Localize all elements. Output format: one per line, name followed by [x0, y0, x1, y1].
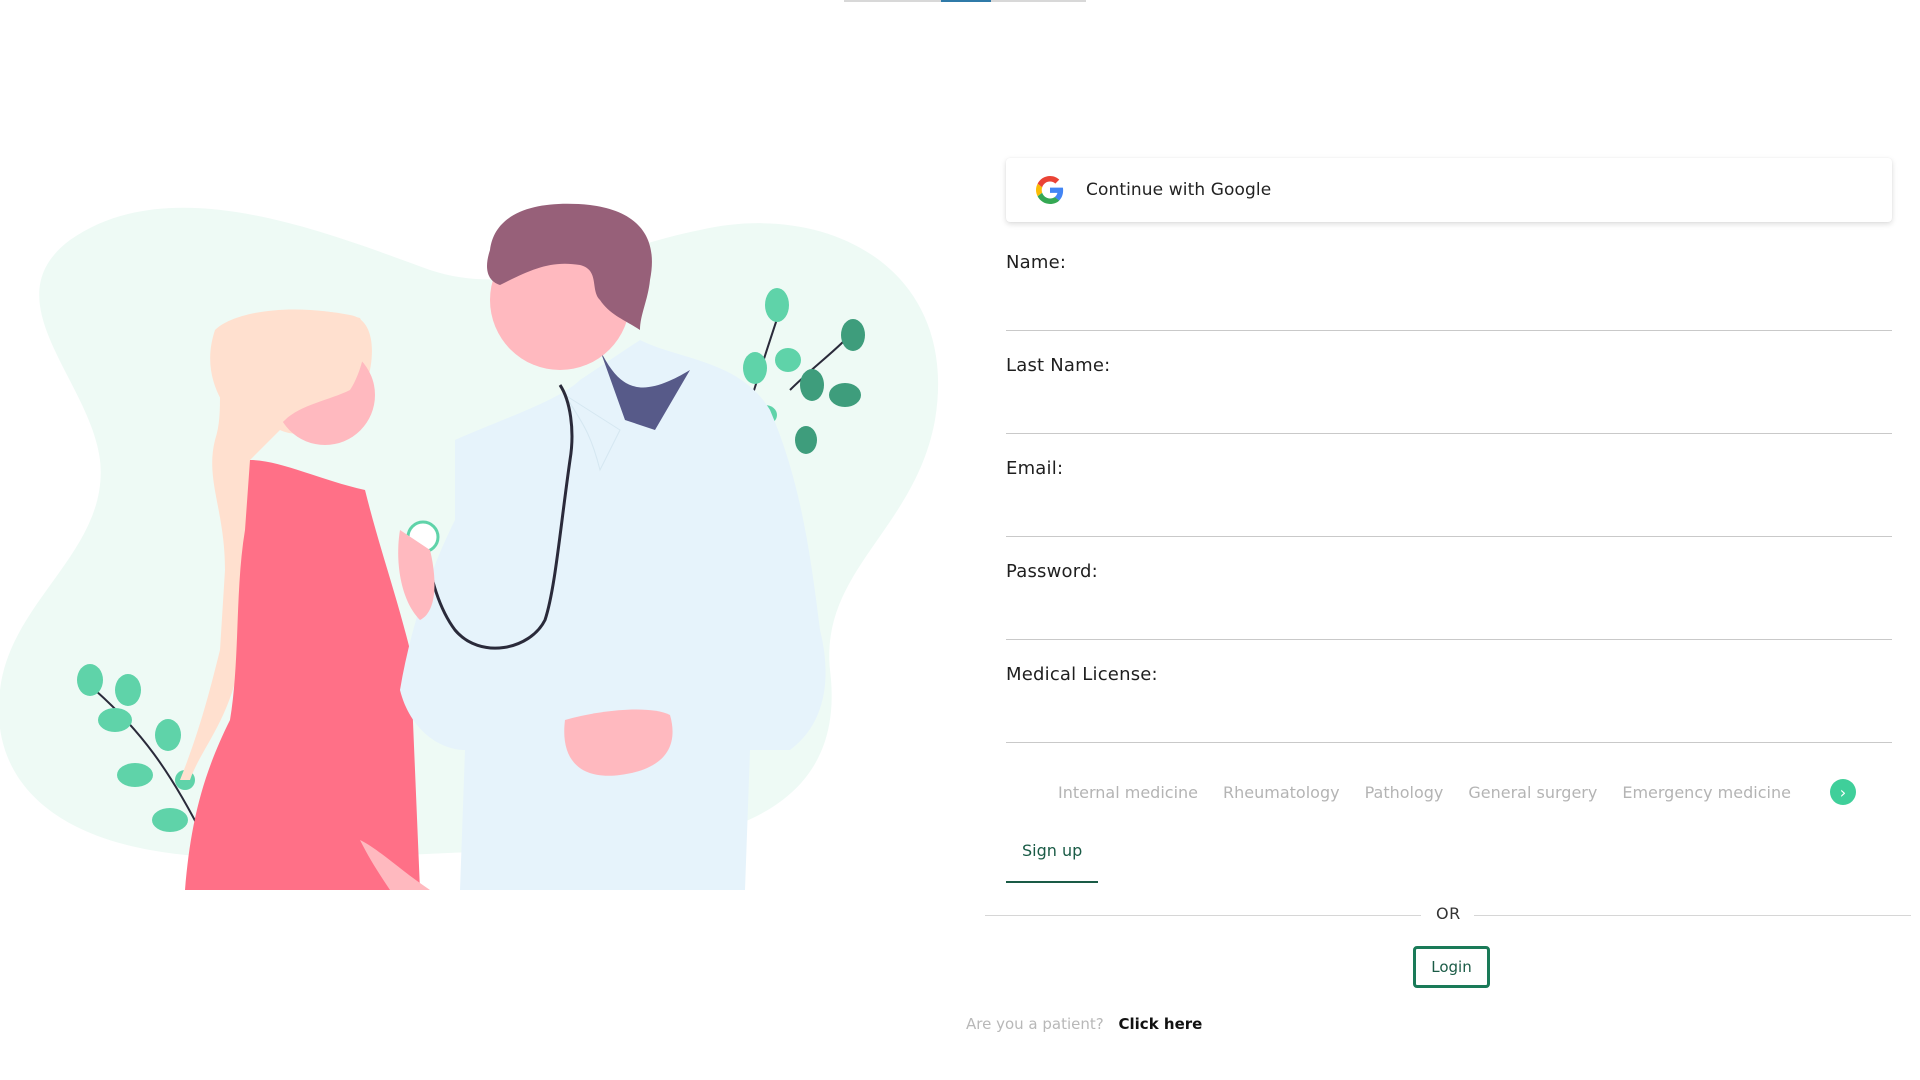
patient-click-here-link[interactable]: Click here	[1119, 1015, 1203, 1033]
google-icon	[1036, 176, 1064, 204]
specialty-chip[interactable]: General surgery	[1468, 783, 1597, 802]
email-label: Email:	[1006, 458, 1064, 479]
specialty-chip[interactable]: Pathology	[1365, 783, 1444, 802]
name-input[interactable]	[1006, 291, 1892, 331]
last-name-field-group: Last Name:	[1006, 355, 1892, 434]
scroll-indicator-active	[941, 0, 991, 2]
google-button-label: Continue with Google	[1086, 180, 1272, 200]
medical-license-input[interactable]	[1006, 703, 1892, 743]
last-name-input[interactable]	[1006, 394, 1892, 434]
form-fields: Name: Last Name: Email: Password: Medica…	[1006, 252, 1892, 743]
tab-sign-up[interactable]: Sign up	[1006, 835, 1099, 883]
last-name-label: Last Name:	[1006, 355, 1111, 376]
medical-license-field-group: Medical License:	[1006, 664, 1892, 743]
medical-license-label: Medical License:	[1006, 664, 1158, 685]
specialty-chip[interactable]: Rheumatology	[1223, 783, 1340, 802]
chevron-right-icon[interactable]: ›	[1830, 779, 1856, 805]
signup-page: Continue with Google Name: Last Name: Em…	[0, 0, 1920, 1080]
divider-line-right	[1474, 915, 1911, 916]
password-field-group: Password:	[1006, 561, 1892, 640]
name-field-group: Name:	[1006, 252, 1892, 331]
email-input[interactable]	[1006, 497, 1892, 537]
patient-prompt: Are you a patient? Click here	[966, 1015, 1202, 1033]
or-divider: OR	[985, 904, 1911, 926]
login-button[interactable]: Login	[1413, 946, 1490, 988]
scroll-indicator	[844, 0, 1086, 2]
doctor-patient-illustration	[0, 190, 975, 890]
specialty-chip[interactable]: Emergency medicine	[1622, 783, 1791, 802]
patient-question: Are you a patient?	[966, 1015, 1104, 1033]
divider-line-left	[985, 915, 1421, 916]
auth-tabs: Sign up	[1006, 835, 1892, 883]
specialty-chip[interactable]: Internal medicine	[1058, 783, 1198, 802]
signup-form: Continue with Google Name: Last Name: Em…	[1006, 158, 1892, 883]
password-input[interactable]	[1006, 600, 1892, 640]
email-field-group: Email:	[1006, 458, 1892, 537]
illustration-svg	[0, 203, 939, 890]
continue-with-google-button[interactable]: Continue with Google	[1006, 158, 1892, 222]
password-label: Password:	[1006, 561, 1098, 582]
name-label: Name:	[1006, 252, 1067, 273]
specialty-chips: Internal medicine Rheumatology Pathology…	[1006, 777, 1892, 807]
or-label: OR	[1436, 904, 1461, 923]
